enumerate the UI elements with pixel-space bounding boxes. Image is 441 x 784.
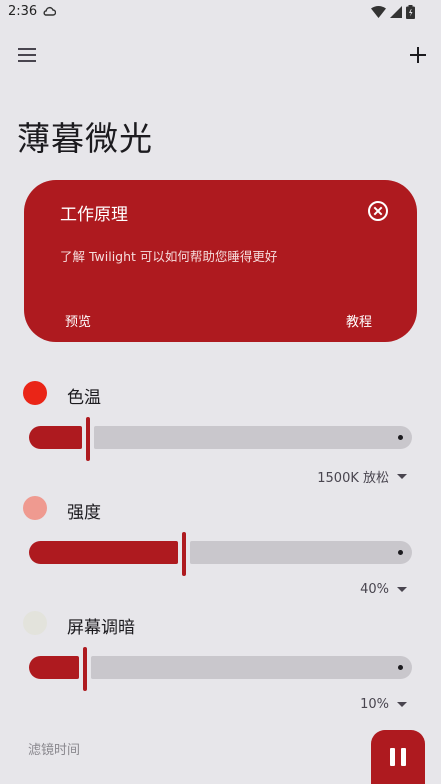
status-bar: 2:36 <box>0 0 441 26</box>
color-temperature-dot <box>23 381 47 405</box>
pause-button[interactable] <box>371 730 425 784</box>
card-title: 工作原理 <box>60 205 128 225</box>
status-time: 2:36 <box>8 4 38 19</box>
slider-handle[interactable] <box>86 417 90 461</box>
menu-icon[interactable] <box>17 45 39 65</box>
slider-active-track <box>29 426 82 449</box>
battery-icon <box>406 5 415 19</box>
info-card: 工作原理 了解 Twilight 可以如何帮助您睡得更好 预览 教程 <box>24 180 417 342</box>
screen-dimming-dot <box>23 611 47 635</box>
screen-dimming-slider[interactable] <box>29 647 412 691</box>
wifi-icon <box>371 6 386 18</box>
pause-icon <box>390 748 406 766</box>
color-temperature-value: 1500K 放松 <box>317 471 389 486</box>
color-temperature-label: 色温 <box>67 388 101 408</box>
intensity-dot <box>23 496 47 520</box>
page-title: 薄暮微光 <box>17 119 153 158</box>
intensity-label: 强度 <box>67 503 101 523</box>
slider-inactive-track <box>190 541 412 564</box>
slider-handle[interactable] <box>83 647 87 691</box>
slider-active-track <box>29 656 79 679</box>
slider-inactive-track <box>91 656 412 679</box>
slider-end-dot <box>398 435 403 440</box>
slider-inactive-track <box>94 426 412 449</box>
add-icon[interactable] <box>406 43 430 67</box>
slider-active-track <box>29 541 178 564</box>
intensity-slider[interactable] <box>29 532 412 576</box>
color-temperature-slider[interactable] <box>29 417 412 461</box>
chevron-down-icon <box>397 474 407 479</box>
slider-end-dot <box>398 665 403 670</box>
slider-end-dot <box>398 550 403 555</box>
status-icons <box>371 5 415 19</box>
chevron-down-icon <box>397 702 407 707</box>
chevron-down-icon <box>397 587 407 592</box>
close-icon[interactable] <box>367 200 389 222</box>
intensity-dropdown[interactable]: 40% <box>360 582 407 597</box>
preview-button[interactable]: 预览 <box>65 311 91 330</box>
color-temperature-dropdown[interactable]: 1500K 放松 <box>317 467 407 486</box>
intensity-value: 40% <box>360 582 389 597</box>
screen-dimming-value: 10% <box>360 697 389 712</box>
screen-dimming-dropdown[interactable]: 10% <box>360 697 407 712</box>
card-description: 了解 Twilight 可以如何帮助您睡得更好 <box>60 249 278 264</box>
slider-handle[interactable] <box>182 532 186 576</box>
screen-dimming-label: 屏幕调暗 <box>67 618 135 638</box>
filter-schedule-label: 滤镜时间 <box>28 743 81 758</box>
cellular-signal-icon <box>390 6 402 18</box>
cloud-icon <box>43 6 56 16</box>
tutorial-button[interactable]: 教程 <box>346 311 372 330</box>
